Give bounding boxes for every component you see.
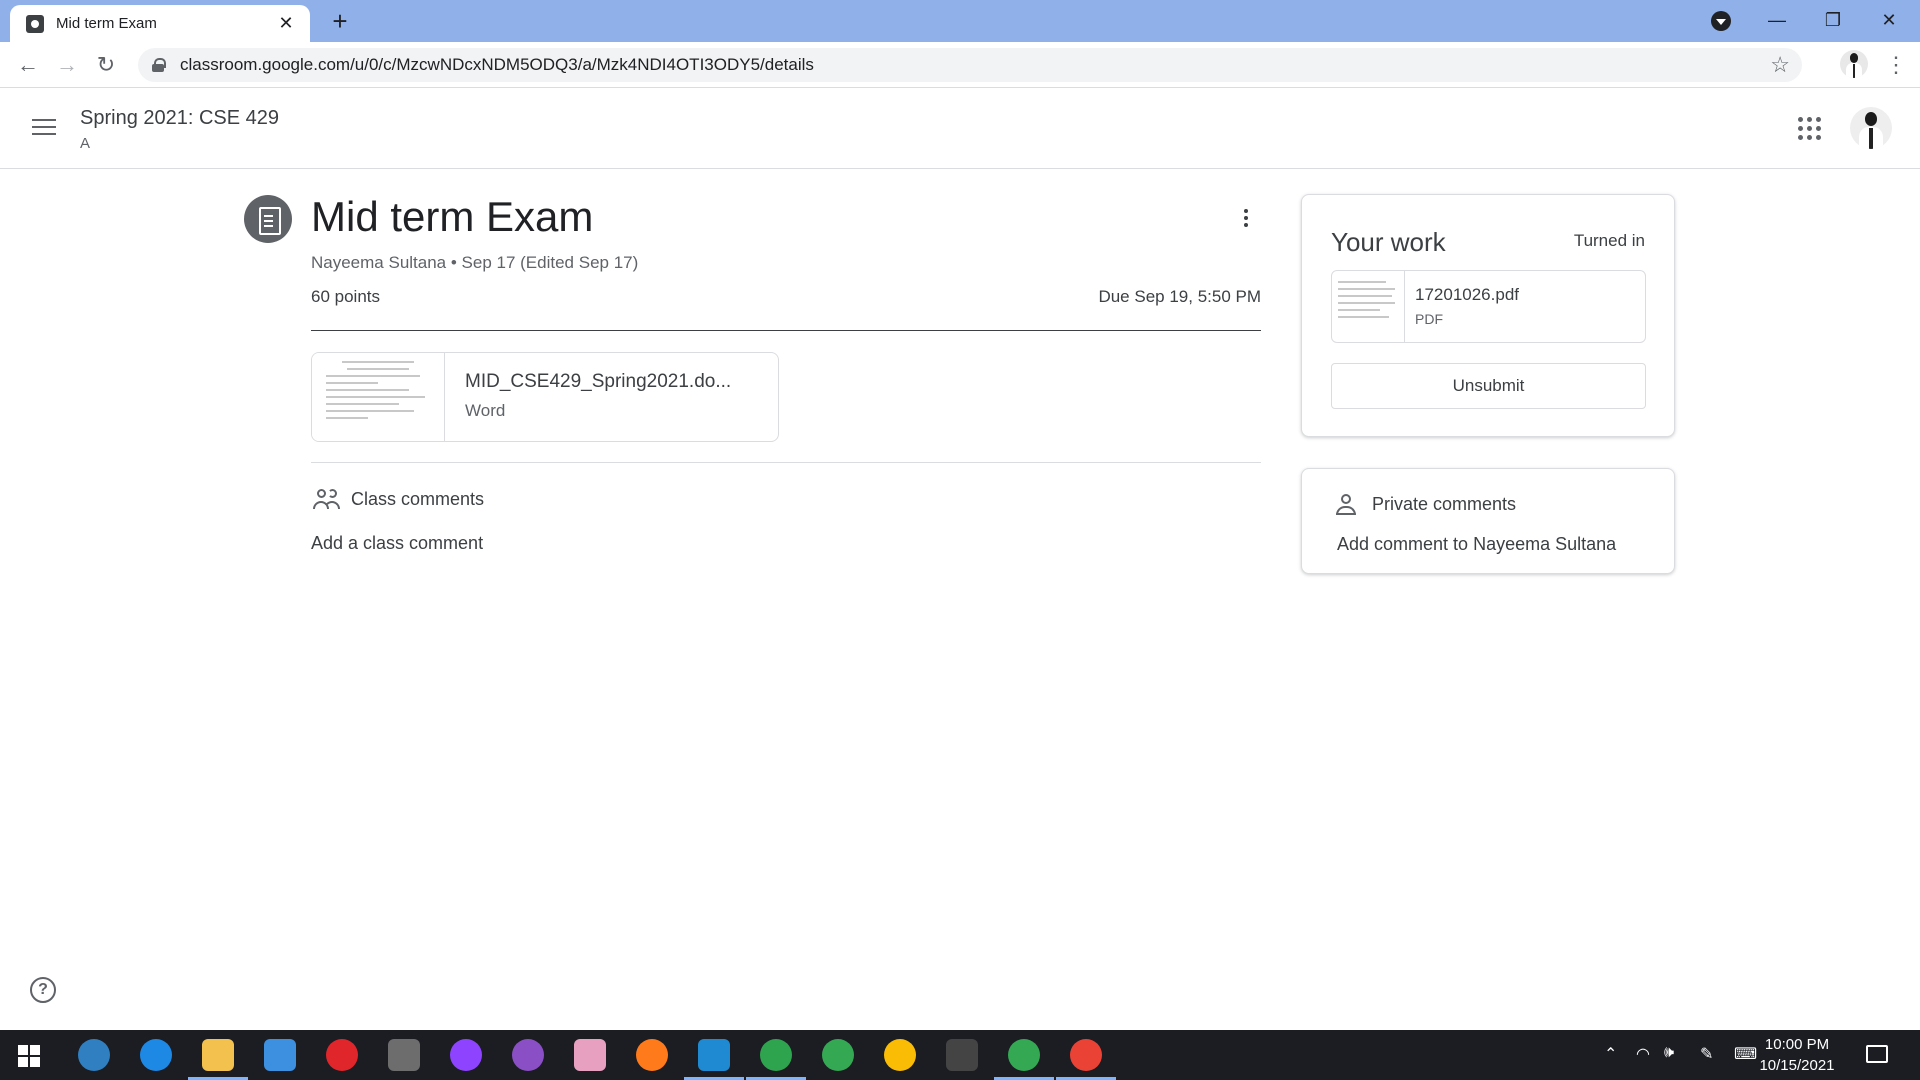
your-work-title: Your work xyxy=(1331,227,1446,257)
help-icon[interactable]: ? xyxy=(30,977,56,1003)
main-menu-icon[interactable] xyxy=(32,117,58,137)
classroom-header: Spring 2021: CSE 429 A xyxy=(0,89,1920,169)
divider xyxy=(311,462,1261,463)
chrome-profile-avatar[interactable] xyxy=(1840,50,1868,78)
browser-tab[interactable]: Mid term Exam ✕ xyxy=(10,5,310,42)
windows-taskbar: ⌃ ◠ 🕪 ✎ ⌨ 10:00 PM 10/15/2021 xyxy=(0,1030,1920,1080)
inkscape-icon[interactable] xyxy=(388,1039,420,1071)
class-section: A xyxy=(80,135,91,152)
chrome-icon[interactable] xyxy=(884,1039,916,1071)
class-comments-label: Class comments xyxy=(351,489,485,509)
assignment-due-date: Due Sep 19, 5:50 PM xyxy=(1098,287,1261,306)
chrome-active-icon[interactable] xyxy=(1070,1039,1102,1071)
attachment-card[interactable]: MID_CSE429_Spring2021.do... Word xyxy=(311,352,779,442)
assignment-icon xyxy=(244,195,292,243)
mail-icon[interactable] xyxy=(264,1039,296,1071)
class-title[interactable]: Spring 2021: CSE 429 xyxy=(80,107,279,130)
divider xyxy=(311,330,1261,331)
private-comments-card: Private comments Add comment to Nayeema … xyxy=(1301,468,1675,574)
back-button[interactable]: ← xyxy=(12,49,44,81)
file-thumbnail xyxy=(1332,271,1405,342)
messenger-icon[interactable] xyxy=(450,1039,482,1071)
clock-time: 10:00 PM xyxy=(1764,1036,1830,1053)
github-desktop-icon[interactable] xyxy=(512,1039,544,1071)
reload-button[interactable]: ↻ xyxy=(90,49,122,81)
more-options-icon[interactable] xyxy=(1234,206,1258,234)
notifications-icon[interactable] xyxy=(1866,1045,1888,1063)
assignment-title: Mid term Exam xyxy=(311,193,594,240)
minimize-button[interactable]: — xyxy=(1754,4,1800,36)
system-clock[interactable]: 10:00 PM 10/15/2021 xyxy=(1752,1034,1842,1076)
add-class-comment-link[interactable]: Add a class comment xyxy=(311,533,483,554)
google-apps-icon[interactable] xyxy=(1798,117,1822,141)
address-bar[interactable]: classroom.google.com/u/0/c/MzcwNDcxNDM5O… xyxy=(138,48,1802,82)
your-work-card: Your work Turned in 17201026.pdf PDF Uns… xyxy=(1301,194,1675,437)
show-hidden-icons-icon[interactable]: ⌃ xyxy=(1604,1044,1617,1064)
bookmark-star-icon[interactable]: ☆ xyxy=(1770,52,1790,78)
attachment-name: MID_CSE429_Spring2021.do... xyxy=(465,371,732,392)
assignment-author-line: Nayeema Sultana • Sep 17 (Edited Sep 17) xyxy=(311,253,639,272)
forward-button[interactable]: → xyxy=(51,49,83,81)
firefox-icon[interactable] xyxy=(636,1039,668,1071)
new-tab-button[interactable]: + xyxy=(326,7,354,35)
clock-date: 10/15/2021 xyxy=(1759,1057,1835,1074)
close-window-button[interactable]: ✕ xyxy=(1866,4,1912,36)
pen-icon[interactable]: ✎ xyxy=(1700,1044,1713,1064)
submission-status: Turned in xyxy=(1573,231,1645,250)
terminal-icon[interactable] xyxy=(946,1039,978,1071)
submitted-file-name: 17201026.pdf xyxy=(1415,285,1519,304)
chrome-icon[interactable] xyxy=(822,1039,854,1071)
tab-close-icon[interactable]: ✕ xyxy=(276,13,296,34)
tab-search-icon[interactable] xyxy=(1711,11,1731,31)
submitted-file-chip[interactable]: 17201026.pdf PDF xyxy=(1331,270,1646,343)
attachment-thumbnail xyxy=(312,353,445,441)
maximize-button[interactable]: ❐ xyxy=(1810,4,1856,36)
attachment-type: Word xyxy=(465,401,506,420)
ie-icon[interactable] xyxy=(760,1039,792,1071)
account-avatar[interactable] xyxy=(1850,107,1892,149)
tab-title: Mid term Exam xyxy=(56,15,157,32)
lock-icon[interactable] xyxy=(152,58,166,72)
assignment-points: 60 points xyxy=(311,287,380,306)
vscode-icon[interactable] xyxy=(698,1039,730,1071)
network-icon[interactable]: ◠ xyxy=(1636,1044,1650,1064)
chrome-menu-icon[interactable]: ⋮ xyxy=(1884,50,1908,80)
browser-tabstrip: Mid term Exam ✕ + — ❐ ✕ xyxy=(0,0,1920,42)
url-text[interactable]: classroom.google.com/u/0/c/MzcwNDcxNDM5O… xyxy=(180,55,814,75)
windows-start-icon[interactable] xyxy=(18,1045,40,1067)
classroom-favicon-icon xyxy=(26,14,44,33)
paint-icon[interactable] xyxy=(574,1039,606,1071)
file-explorer-icon[interactable] xyxy=(202,1039,234,1071)
private-comments-label: Private comments xyxy=(1372,494,1517,514)
people-icon xyxy=(313,487,341,511)
person-icon xyxy=(1335,493,1357,517)
add-private-comment-link[interactable]: Add comment to Nayeema Sultana xyxy=(1337,534,1616,555)
volume-icon[interactable]: 🕪 xyxy=(1664,1044,1674,1062)
chrome-profile-ek-icon[interactable] xyxy=(1008,1039,1040,1071)
submitted-file-type: PDF xyxy=(1415,311,1443,327)
quickbooks-icon[interactable] xyxy=(78,1039,110,1071)
opera-icon[interactable] xyxy=(326,1039,358,1071)
unsubmit-button[interactable]: Unsubmit xyxy=(1331,363,1646,409)
browser-toolbar: ← → ↻ classroom.google.com/u/0/c/MzcwNDc… xyxy=(0,42,1920,88)
edge-icon[interactable] xyxy=(140,1039,172,1071)
